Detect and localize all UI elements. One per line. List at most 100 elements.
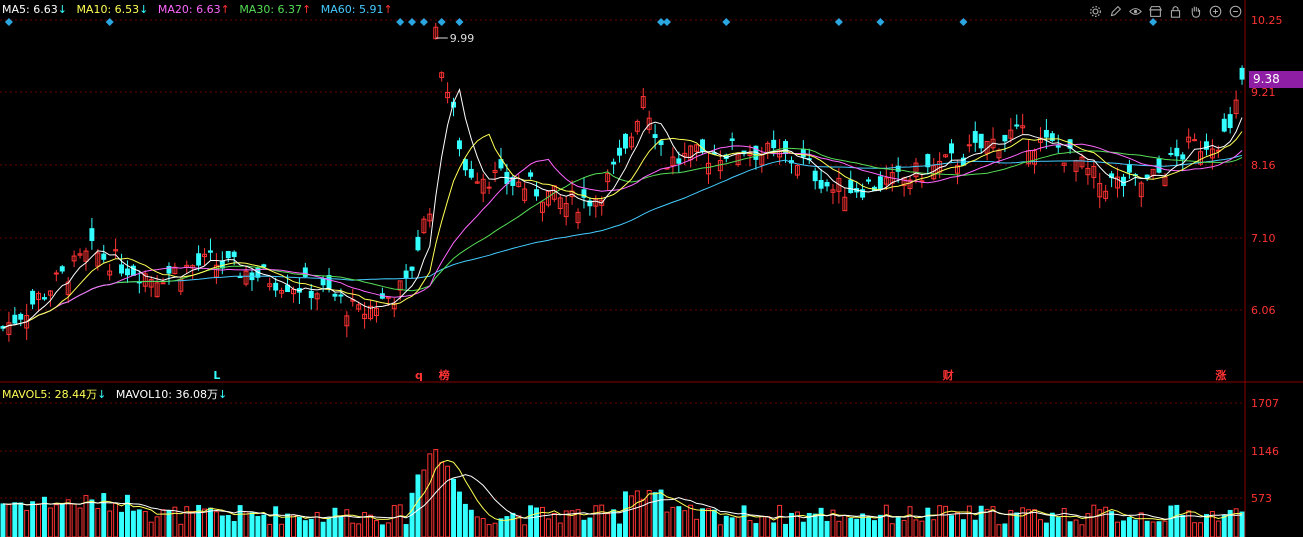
volume-legend: MAVOL5: 28.44万↓ MAVOL10: 36.08万↓ xyxy=(2,386,233,402)
volume-bar xyxy=(415,474,421,537)
hand-icon[interactable] xyxy=(1187,3,1203,19)
mavol10-line xyxy=(2,474,1243,520)
volume-bar xyxy=(889,523,895,537)
volume-bar xyxy=(581,519,587,537)
volume-bar xyxy=(385,522,391,537)
volume-bar xyxy=(1067,521,1073,537)
mavol10-value: MAVOL10: 36.08万 xyxy=(115,388,218,401)
volume-bar xyxy=(658,489,664,537)
current-price-tag: 9.38 xyxy=(1249,71,1303,88)
volume-bar xyxy=(71,503,77,537)
candle-body xyxy=(925,154,931,168)
volume-bar xyxy=(1221,515,1227,537)
candle-body xyxy=(972,131,978,143)
candle-body xyxy=(1192,139,1198,142)
volume-bar xyxy=(326,517,332,537)
volume-bar xyxy=(65,499,71,537)
volume-bar xyxy=(628,495,634,537)
zoom-in-icon[interactable] xyxy=(1207,3,1223,19)
volume-bar xyxy=(747,520,753,537)
legend-ma5: MA5: 6.63↓ xyxy=(2,3,67,16)
volume-bar xyxy=(314,511,320,537)
ma30-arrow: ↑ xyxy=(302,3,312,16)
event-diamond xyxy=(408,18,417,26)
volume-bar xyxy=(89,499,95,537)
volume-bar xyxy=(540,506,545,537)
volume-bar xyxy=(510,512,516,537)
volume-bar xyxy=(925,507,931,537)
volume-bar xyxy=(1174,504,1180,537)
volume-bar xyxy=(1215,520,1221,537)
volume-bar xyxy=(759,515,765,537)
volume-bar xyxy=(765,516,771,537)
volume-bar xyxy=(949,515,954,537)
volume-bar xyxy=(368,514,374,537)
event-diamond xyxy=(419,18,428,26)
event-markers: 9.99 L q 榜 财 涨 xyxy=(4,18,1226,382)
settings-icon[interactable] xyxy=(1087,3,1103,19)
price-tick-label: 7.10 xyxy=(1251,232,1276,245)
lock-icon[interactable] xyxy=(1167,3,1183,19)
zoom-out-icon[interactable] xyxy=(1227,3,1243,19)
volume-bar xyxy=(397,504,403,537)
volume-bar xyxy=(996,524,1002,537)
candle-body xyxy=(59,266,65,272)
volume-bar xyxy=(1198,522,1203,537)
volume-bar xyxy=(95,508,101,537)
volume-bar xyxy=(374,520,379,537)
volume-bar xyxy=(142,511,148,537)
volume-bar xyxy=(593,505,599,537)
candle-body xyxy=(53,272,59,275)
volume-bar xyxy=(77,507,83,537)
volume-bar xyxy=(1109,511,1115,537)
volume-bar xyxy=(208,507,213,537)
volume-bar xyxy=(1126,517,1132,537)
volume-bar xyxy=(225,515,231,537)
volume-tick-label: 1707 xyxy=(1251,397,1279,410)
volume-bar xyxy=(1180,514,1186,537)
volume-bar xyxy=(854,518,860,537)
candle-body xyxy=(771,139,777,149)
legend-ma20: MA20: 6.63↑ xyxy=(158,3,230,16)
volume-bar xyxy=(717,524,723,537)
candle-body xyxy=(824,182,830,187)
volume-bar xyxy=(676,506,682,537)
ma5-arrow: ↓ xyxy=(57,3,67,16)
volume-bar xyxy=(249,512,255,537)
candle-body xyxy=(1168,152,1174,155)
volume-bar xyxy=(267,523,273,537)
volume-bar xyxy=(955,512,960,537)
volume-bar xyxy=(1020,507,1026,537)
candle-body xyxy=(486,186,492,189)
ma60-arrow: ↑ xyxy=(383,3,393,16)
candle-body xyxy=(866,179,871,182)
volume-bar xyxy=(1121,520,1126,537)
ma5-value: MA5: 6.63 xyxy=(2,3,58,16)
volume-bar xyxy=(196,504,202,537)
volume-bar xyxy=(972,519,978,537)
volume-bar xyxy=(36,503,42,537)
ma5-line xyxy=(2,88,1243,329)
candle-body xyxy=(320,278,326,286)
candle-body xyxy=(848,179,854,194)
volume-bar xyxy=(285,513,291,537)
volume-bar xyxy=(812,513,818,537)
stock-chart[interactable]: 9.99L q 榜财涨 10.259.218.167.106.06170711465… xyxy=(0,0,1303,537)
eye-icon[interactable] xyxy=(1127,3,1143,19)
candle-body xyxy=(89,228,95,242)
pencil-icon[interactable] xyxy=(1107,3,1123,19)
price-tick-label: 10.25 xyxy=(1251,14,1283,27)
volume-bar xyxy=(219,515,225,537)
candle-body xyxy=(1014,124,1020,127)
volume-bar xyxy=(1079,524,1085,537)
volume-tick-label: 1146 xyxy=(1251,445,1279,458)
legend-ma60: MA60: 5.91↑ xyxy=(321,3,393,16)
volume-bar xyxy=(694,518,700,537)
store-icon[interactable] xyxy=(1147,3,1163,19)
volume-bar xyxy=(1032,509,1037,537)
volume-bar xyxy=(130,510,136,537)
volume-bar xyxy=(0,503,6,537)
event-diamond xyxy=(455,18,464,26)
candle-body xyxy=(30,290,36,305)
volume-bar xyxy=(907,506,913,537)
